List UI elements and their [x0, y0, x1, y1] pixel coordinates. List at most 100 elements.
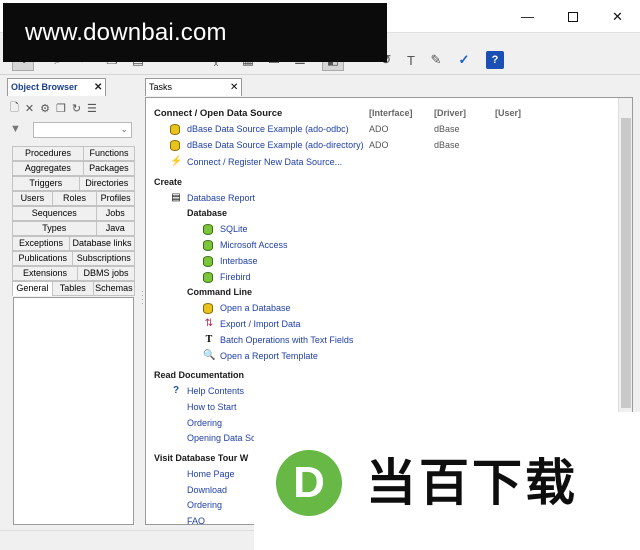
tab-row: Sequences Jobs	[12, 206, 136, 221]
tab-types[interactable]: Types	[12, 221, 97, 236]
database-icon	[203, 240, 213, 251]
scrollbar-thumb[interactable]	[621, 118, 631, 408]
cmdline-link[interactable]: Batch Operations with Text Fields	[220, 335, 353, 345]
object-list[interactable]	[13, 297, 134, 525]
close-button[interactable]: ✕	[595, 0, 640, 33]
report-template-icon: 🔍	[203, 350, 216, 361]
database-report-link[interactable]: Database Report	[187, 193, 255, 203]
tab-procedures[interactable]: Procedures	[12, 146, 84, 161]
help-icon[interactable]: ?	[486, 51, 504, 69]
data-source-interface: ADO	[369, 140, 389, 150]
data-source-link[interactable]: dBase Data Source Example (ado-odbc)	[187, 124, 349, 134]
database-link[interactable]: SQLite	[220, 224, 248, 234]
tour-link[interactable]: Download	[187, 485, 227, 495]
column-driver: [Driver]	[434, 108, 467, 118]
tab-publications[interactable]: Publications	[12, 251, 74, 266]
tab-schemas[interactable]: Schemas	[93, 281, 136, 296]
data-source-driver: dBase	[434, 140, 460, 150]
doc-link[interactable]: Help Contents	[187, 386, 244, 396]
cmdline-link[interactable]: Open a Report Template	[220, 351, 318, 361]
delete-icon[interactable]: ✕	[25, 102, 34, 115]
database-icon	[203, 224, 213, 235]
tab-aggregates[interactable]: Aggregates	[12, 161, 84, 176]
properties-icon[interactable]: ⚙	[40, 102, 50, 115]
data-source-driver: dBase	[434, 124, 460, 134]
database-icon	[170, 140, 180, 151]
tab-users[interactable]: Users	[12, 191, 53, 206]
tab-triggers[interactable]: Triggers	[12, 176, 80, 191]
data-source-link[interactable]: dBase Data Source Example (ado-directory…	[187, 140, 364, 150]
data-source-interface: ADO	[369, 124, 389, 134]
tab-row: Extensions DBMS jobs	[12, 266, 136, 281]
filter-combo[interactable]: ⌄	[33, 122, 132, 138]
tour-link[interactable]: Home Page	[187, 469, 235, 479]
watermark-url: www.downbai.com	[3, 3, 387, 62]
database-link[interactable]: Interbase	[220, 256, 258, 266]
database-icon	[203, 303, 213, 314]
connect-heading: Connect / Open Data Source	[154, 108, 283, 119]
cmdline-link[interactable]: Export / Import Data	[220, 319, 301, 329]
cmdline-link[interactable]: Open a Database	[220, 303, 291, 313]
tab-roles[interactable]: Roles	[52, 191, 98, 206]
text-icon[interactable]: T	[400, 49, 422, 71]
database-icon	[170, 124, 180, 135]
tab-functions[interactable]: Functions	[83, 146, 135, 161]
chevron-down-icon: ⌄	[120, 124, 128, 134]
tab-profiles[interactable]: Profiles	[97, 191, 135, 206]
doc-link[interactable]: Opening Data So	[187, 433, 256, 443]
tab-row: Publications Subscriptions	[12, 251, 135, 266]
copy-object-icon[interactable]: ❐	[56, 102, 66, 115]
checklist-icon[interactable]: ✓	[453, 49, 475, 71]
tour-link[interactable]: Ordering	[187, 500, 222, 510]
list-view-icon[interactable]: ☰	[87, 102, 97, 115]
doc-link[interactable]: Ordering	[187, 418, 222, 428]
edit-icon[interactable]: ✎	[425, 49, 447, 71]
tab-dbms-jobs[interactable]: DBMS jobs	[78, 266, 136, 281]
watermark-banner: D 当百下载	[254, 412, 640, 550]
database-link[interactable]: Microsoft Access	[220, 240, 288, 250]
tab-java[interactable]: Java	[96, 221, 136, 236]
tab-general[interactable]: General	[12, 281, 53, 296]
watermark-brand: 当百下载	[366, 454, 578, 512]
tab-directories[interactable]: Directories	[79, 176, 136, 191]
tab-row: Users Roles Profiles	[12, 191, 135, 206]
tab-exceptions[interactable]: Exceptions	[12, 236, 70, 251]
tab-row: Triggers Directories	[12, 176, 136, 191]
object-browser-panel: Object Browser ✕ 🗋 ✕ ⚙ ❐ ↻ ☰ ▼ ⌄ Procedu…	[7, 78, 136, 525]
new-object-icon[interactable]: 🗋	[10, 99, 19, 118]
tab-row: General Tables Schemas	[12, 281, 136, 296]
filter-icon[interactable]: ▼	[10, 123, 21, 135]
database-subheading: Database	[187, 208, 228, 218]
splitter-handle[interactable]: · · · ·	[141, 288, 144, 308]
documentation-heading: Read Documentation	[154, 370, 245, 380]
tab-tables[interactable]: Tables	[52, 281, 94, 296]
column-interface: [Interface]	[369, 108, 413, 118]
watermark-logo: D	[276, 450, 342, 516]
plug-icon: ⚡	[170, 156, 183, 167]
command-line-subheading: Command Line	[187, 287, 253, 297]
tab-sequences[interactable]: Sequences	[12, 206, 97, 221]
database-icon	[203, 272, 213, 283]
maximize-button[interactable]	[550, 0, 595, 33]
tab-database-links[interactable]: Database links	[69, 236, 136, 251]
database-link[interactable]: Firebird	[220, 272, 251, 282]
tour-link[interactable]: FAQ	[187, 516, 205, 524]
register-data-source-link[interactable]: Connect / Register New Data Source...	[187, 157, 342, 167]
minimize-button[interactable]: —	[505, 0, 550, 33]
tasks-tab[interactable]: Tasks ✕	[145, 78, 242, 96]
doc-link[interactable]: How to Start	[187, 402, 237, 412]
maximize-icon	[567, 11, 578, 22]
object-browser-tab-label: Object Browser	[11, 82, 78, 92]
tab-packages[interactable]: Packages	[83, 161, 135, 176]
tab-extensions[interactable]: Extensions	[12, 266, 78, 281]
close-icon[interactable]: ✕	[94, 82, 102, 93]
close-icon[interactable]: ✕	[230, 82, 238, 93]
tab-row: Exceptions Database links	[12, 236, 136, 251]
tab-jobs[interactable]: Jobs	[96, 206, 136, 221]
report-icon: ▤	[171, 192, 181, 203]
refresh-icon[interactable]: ↻	[72, 102, 81, 115]
text-icon: T	[205, 334, 213, 345]
tab-row: Procedures Functions	[12, 146, 135, 161]
object-browser-tab[interactable]: Object Browser ✕	[7, 78, 106, 96]
tab-subscriptions[interactable]: Subscriptions	[73, 251, 135, 266]
